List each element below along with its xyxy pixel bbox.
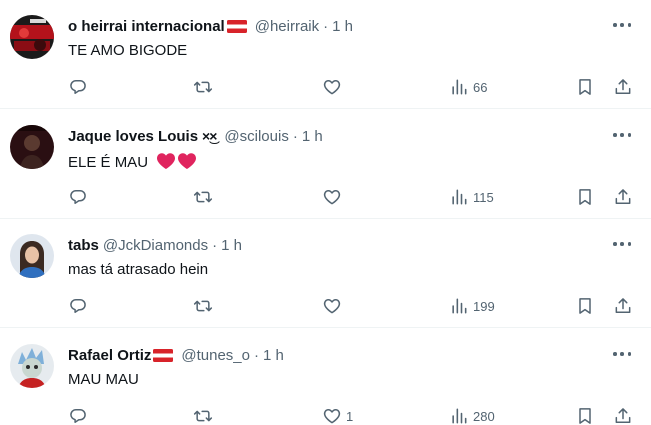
views-icon	[452, 189, 467, 205]
retweet-button[interactable]	[193, 404, 213, 425]
reply-tweet[interactable]: tabs @JckDiamonds · 1 h mas tá atrasado …	[0, 219, 651, 328]
display-name[interactable]: Jaque loves Louis	[68, 128, 198, 145]
timestamp[interactable]: 1 h	[263, 347, 284, 364]
separator-dot: ·	[212, 236, 218, 254]
austria-flag-icon	[226, 19, 247, 33]
like-count: 1	[346, 408, 354, 424]
bookmark-button[interactable]	[575, 75, 595, 99]
heart-icon	[323, 190, 341, 205]
avatar[interactable]	[10, 125, 54, 169]
view-count: 115	[473, 189, 494, 205]
bookmark-button[interactable]	[575, 404, 595, 425]
like-button[interactable]	[322, 75, 346, 99]
display-name[interactable]: tabs	[68, 237, 99, 254]
like-button[interactable]: 1	[322, 404, 353, 425]
share-button[interactable]	[613, 294, 633, 318]
share-button[interactable]	[613, 185, 633, 209]
retweet-button[interactable]	[193, 294, 213, 318]
handle[interactable]: @heirraik	[255, 18, 319, 35]
reply-icon	[70, 190, 86, 204]
heart-icon	[323, 80, 341, 95]
tweet-text: mas tá atrasado hein	[68, 261, 209, 278]
reply-tweet[interactable]: o heirrai internacional @heirraik · 1 h …	[0, 0, 651, 109]
retweet-icon	[193, 300, 213, 312]
action-bar: 66	[60, 75, 640, 99]
display-name[interactable]: Rafael Ortiz	[68, 347, 151, 364]
reply-button[interactable]	[68, 294, 88, 318]
views-button[interactable]: 199	[449, 294, 495, 318]
bookmark-button[interactable]	[575, 185, 595, 209]
separator-dot: ·	[253, 346, 259, 364]
avatar[interactable]	[10, 344, 54, 388]
austria-flag-icon	[153, 348, 174, 362]
tweet-text: TE AMO BIGODE	[68, 42, 188, 59]
timestamp[interactable]: 1 h	[221, 237, 242, 254]
action-bar: 1 280	[60, 404, 640, 425]
bookmark-icon	[579, 298, 591, 314]
separator-dot: ·	[292, 127, 298, 145]
reply-button[interactable]	[68, 185, 88, 209]
red-hearts-icon	[157, 153, 197, 169]
retweet-icon	[193, 191, 213, 203]
name-emoji: ×͜×	[202, 128, 217, 144]
tweet-header: tabs @JckDiamonds · 1 h	[68, 235, 242, 255]
reply-icon	[70, 299, 86, 313]
bookmark-icon	[579, 408, 591, 424]
share-button[interactable]	[613, 404, 633, 425]
views-icon	[452, 298, 467, 314]
heart-icon	[323, 299, 341, 314]
handle[interactable]: @scilouis	[224, 128, 288, 145]
share-button[interactable]	[613, 75, 633, 99]
action-bar: 115	[60, 185, 640, 209]
reply-icon	[70, 80, 86, 94]
handle[interactable]: @tunes_o	[181, 347, 250, 364]
timestamp[interactable]: 1 h	[302, 128, 323, 145]
tweet-text: ELE É MAU	[68, 154, 149, 171]
more-icon[interactable]	[613, 130, 631, 140]
views-icon	[452, 408, 467, 424]
tweet-header: Rafael Ortiz @tunes_o · 1 h	[68, 345, 284, 365]
share-icon	[615, 298, 631, 313]
share-icon	[615, 189, 631, 204]
retweet-button[interactable]	[193, 185, 213, 209]
reply-tweet[interactable]: Jaque loves Louis ×͜× @scilouis · 1 h EL…	[0, 110, 651, 219]
tweet-text-row: ELE É MAU	[68, 152, 198, 171]
more-icon[interactable]	[613, 239, 631, 249]
retweet-icon	[193, 81, 213, 93]
action-bar: 199	[60, 294, 640, 318]
share-icon	[615, 408, 631, 423]
reply-tweet[interactable]: Rafael Ortiz @tunes_o · 1 h MAU MAU 1 28…	[0, 329, 651, 425]
views-button[interactable]: 66	[449, 75, 487, 99]
handle[interactable]: @JckDiamonds	[103, 237, 208, 254]
view-count: 66	[473, 79, 488, 95]
more-icon[interactable]	[613, 349, 631, 359]
bookmark-icon	[579, 189, 591, 205]
avatar[interactable]	[10, 15, 54, 59]
bookmark-button[interactable]	[575, 294, 595, 318]
retweet-icon	[193, 410, 213, 422]
tweet-header: Jaque loves Louis ×͜× @scilouis · 1 h	[68, 126, 323, 146]
share-icon	[615, 79, 631, 94]
replies-feed: o heirrai internacional @heirraik · 1 h …	[0, 0, 651, 425]
more-icon[interactable]	[613, 20, 631, 30]
tweet-header: o heirrai internacional @heirraik · 1 h	[68, 16, 353, 36]
like-button[interactable]	[322, 294, 346, 318]
retweet-button[interactable]	[193, 75, 213, 99]
reply-icon	[70, 409, 86, 423]
tweet-text: MAU MAU	[68, 371, 139, 388]
timestamp[interactable]: 1 h	[332, 18, 353, 35]
view-count: 199	[473, 298, 495, 314]
reply-button[interactable]	[68, 404, 88, 425]
reply-button[interactable]	[68, 75, 88, 99]
views-icon	[452, 79, 467, 95]
heart-icon	[323, 409, 341, 424]
view-count: 280	[473, 408, 495, 424]
bookmark-icon	[579, 79, 591, 95]
views-button[interactable]: 115	[449, 185, 494, 209]
avatar[interactable]	[10, 234, 54, 278]
views-button[interactable]: 280	[449, 404, 495, 425]
like-button[interactable]	[322, 185, 346, 209]
separator-dot: ·	[323, 17, 329, 35]
display-name[interactable]: o heirrai internacional	[68, 18, 225, 35]
